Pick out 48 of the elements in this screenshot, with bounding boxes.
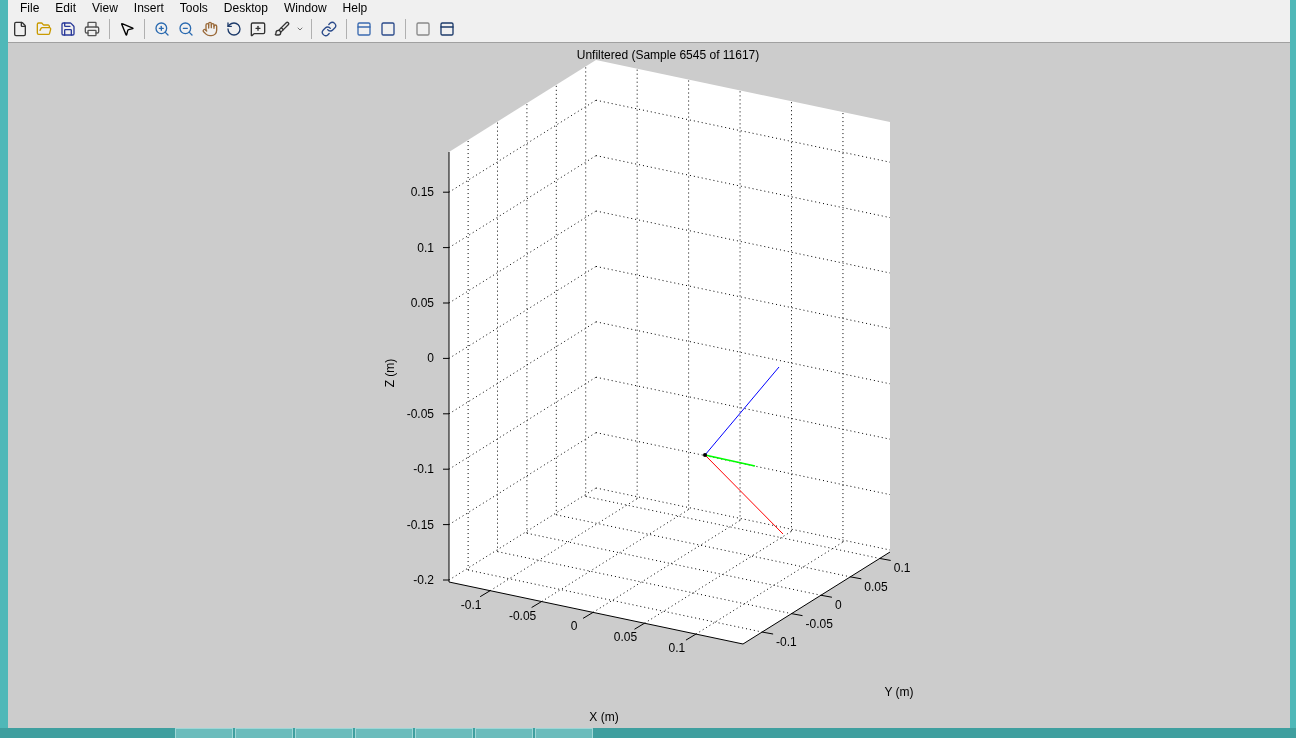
tick-label: 0.05 <box>613 630 638 645</box>
tick-label: -0.1 <box>776 635 797 650</box>
tick-label: 0.15 <box>410 185 434 200</box>
plot-title: Unfiltered (Sample 6545 of 11617) <box>576 48 760 62</box>
print-button[interactable] <box>82 19 102 39</box>
tick-label: 0 <box>570 619 578 634</box>
rotate-icon <box>226 21 242 37</box>
save-icon <box>60 21 76 37</box>
save-button[interactable] <box>58 19 78 39</box>
tick-label: 0.05 <box>410 296 434 310</box>
brush-button[interactable] <box>272 19 292 39</box>
caret-icon <box>296 25 304 33</box>
new-file-icon <box>12 21 28 37</box>
menu-item[interactable]: Tools <box>173 1 214 15</box>
rotate-button[interactable] <box>224 19 244 39</box>
axis-label: Z (m) <box>383 358 397 388</box>
print-icon <box>84 21 100 37</box>
link-icon <box>321 21 337 37</box>
tick-label: 0.1 <box>417 240 434 255</box>
menu-item[interactable]: View <box>86 1 124 15</box>
tick-label: 0 <box>427 351 434 366</box>
tick-label: -0.1 <box>460 597 482 612</box>
tick-label: -0.05 <box>406 406 434 421</box>
axis-label: X (m) <box>589 710 619 724</box>
tick-label: -0.15 <box>406 517 434 532</box>
folder-icon <box>36 21 52 37</box>
zoom-out-icon <box>178 21 194 37</box>
menu-item[interactable]: Insert <box>127 1 170 15</box>
pan-button[interactable] <box>200 19 220 39</box>
brush-icon <box>274 21 290 37</box>
menu-item[interactable]: Help <box>336 1 374 15</box>
tick-label: -0.05 <box>508 608 537 623</box>
pan-icon <box>202 21 218 37</box>
tick-label: 0.1 <box>668 641 686 656</box>
axis-label: Y (m) <box>884 685 914 699</box>
tick-label: 0.05 <box>864 579 888 594</box>
menu-item[interactable]: File <box>14 1 46 15</box>
tick-label: -0.05 <box>805 616 833 631</box>
tick-label: 0 <box>834 598 842 613</box>
pointer-icon <box>119 21 135 37</box>
link-button[interactable] <box>319 19 339 39</box>
tick-label: 0.1 <box>893 561 911 576</box>
zoom-in-icon <box>154 21 170 37</box>
tick-label: -0.1 <box>413 462 434 477</box>
menu-item[interactable]: Desktop <box>217 1 274 15</box>
menu-item[interactable]: Window <box>277 1 333 15</box>
tick-label: -0.2 <box>413 573 434 587</box>
menu-item[interactable]: Edit <box>49 1 83 15</box>
